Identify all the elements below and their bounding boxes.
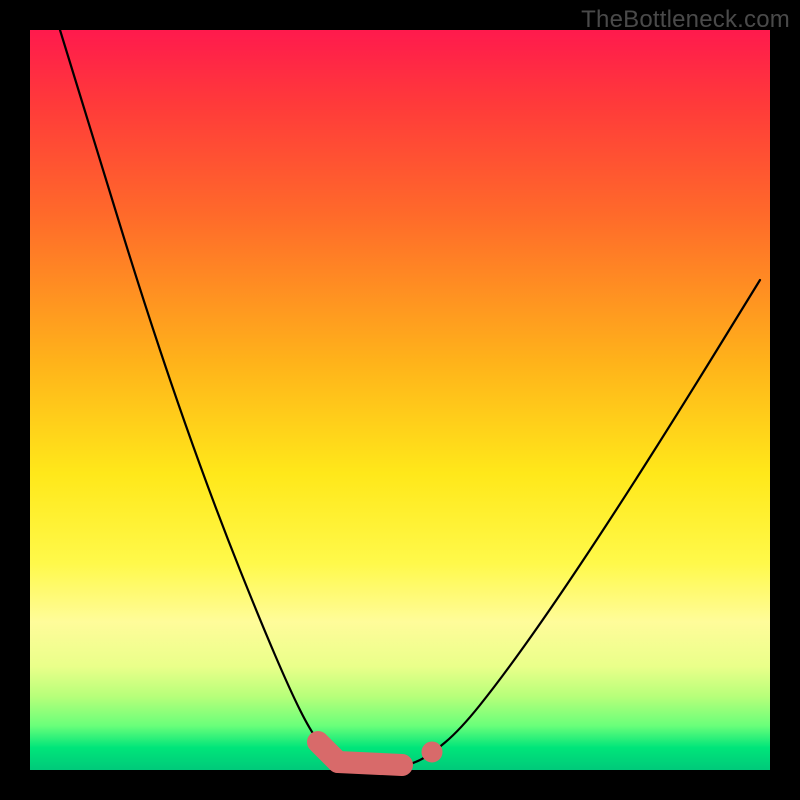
watermark-text: TheBottleneck.com [581, 6, 790, 34]
chart-frame: TheBottleneck.com [0, 0, 800, 800]
curve-layer [30, 30, 770, 770]
bottleneck-curve [60, 30, 760, 767]
valley-right-dot [422, 742, 442, 762]
valley-marker-floor [338, 762, 402, 765]
